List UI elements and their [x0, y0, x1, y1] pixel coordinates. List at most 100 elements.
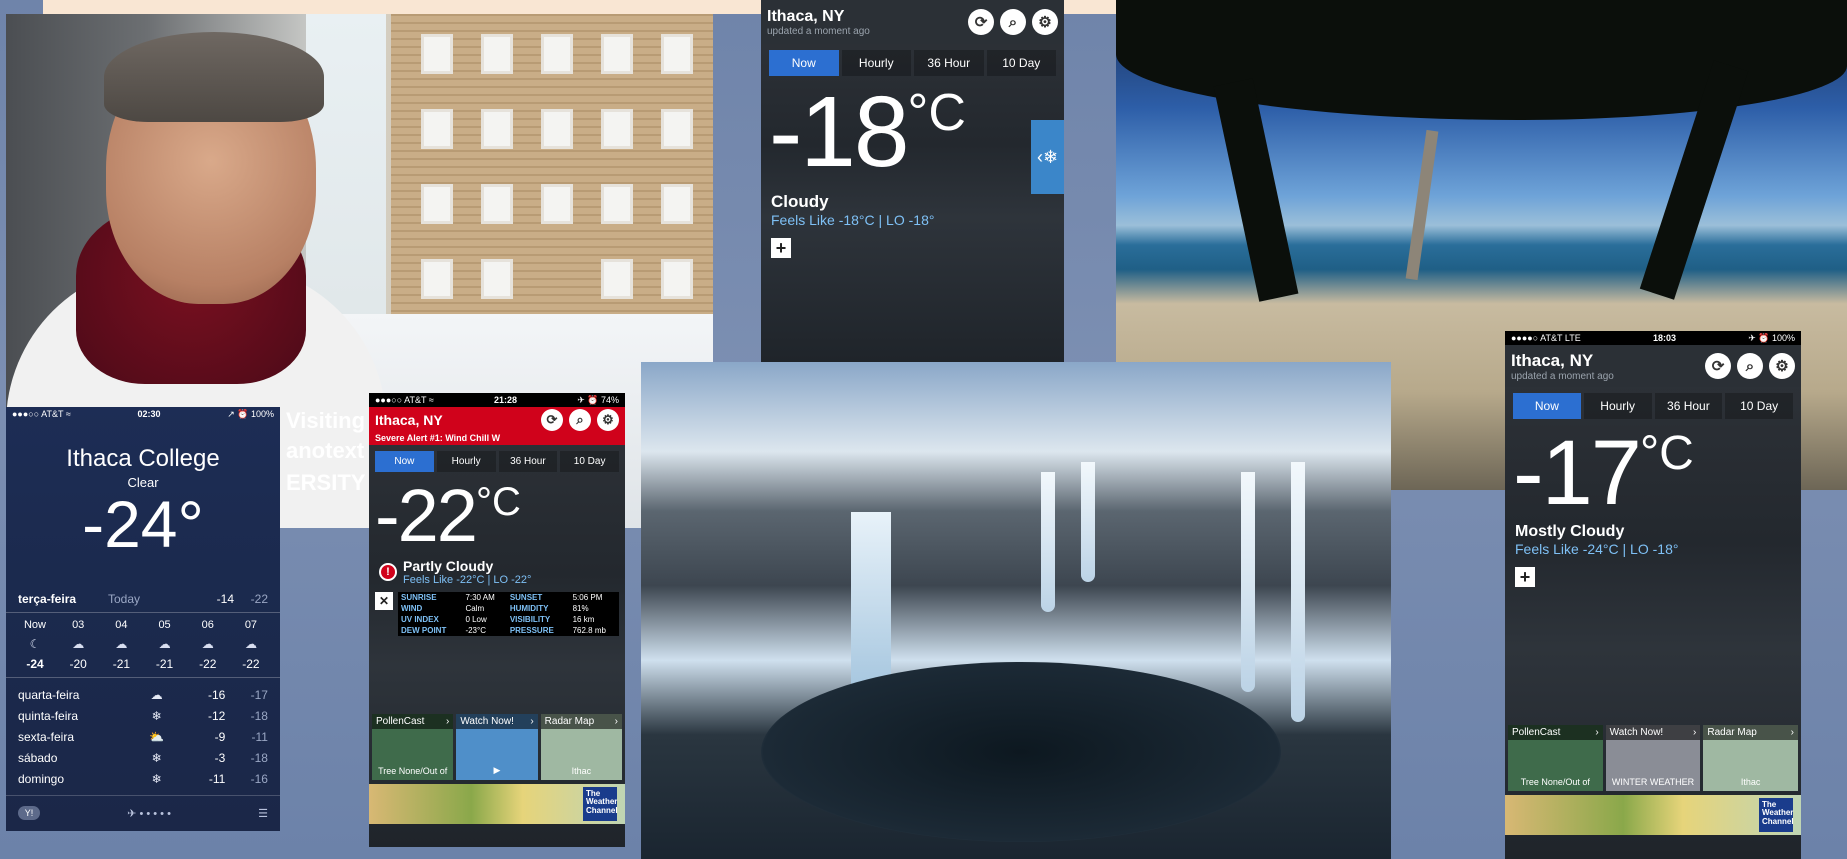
- close-icon[interactable]: ✕: [375, 592, 393, 610]
- tab-10-day[interactable]: 10 Day: [560, 451, 619, 472]
- search-icon[interactable]: ⌕: [1000, 9, 1026, 35]
- play-icon[interactable]: ▶: [456, 765, 537, 776]
- tab-now[interactable]: Now: [1513, 393, 1581, 419]
- table-row: UV INDEX 0 Low VISIBILITY 16 km: [398, 614, 619, 625]
- day-name: sábado: [18, 750, 58, 765]
- current-temp: -17: [1513, 422, 1642, 524]
- refresh-icon[interactable]: ⟳: [968, 9, 994, 35]
- tab-hourly[interactable]: Hourly: [436, 451, 496, 472]
- app-header: Ithaca, NY updated a moment ago ⟳ ⌕ ⚙: [761, 0, 1064, 44]
- tile-subtitle: Ithac: [571, 766, 592, 776]
- refresh-icon[interactable]: ⟳: [1705, 353, 1731, 379]
- forecast-tabs: Now Hourly 36 Hour 10 Day: [1505, 387, 1801, 425]
- hour-temp: -21: [155, 657, 174, 671]
- city-name: Ithaca, NY: [767, 7, 845, 25]
- tab-36-hour[interactable]: 36 Hour: [1654, 393, 1723, 419]
- status-bar: ●●●○○ AT&T ≈ 02:30 ↗ ⏰ 100%: [6, 407, 280, 421]
- page-dots[interactable]: ✈ • • • • •: [127, 807, 171, 820]
- updated-label: updated a moment ago: [767, 25, 870, 37]
- cloud-icon: ☁: [244, 637, 257, 651]
- alert-icon[interactable]: !: [379, 563, 397, 581]
- pollencast-tile[interactable]: PollenCast › Tree None/Out of: [1508, 725, 1603, 791]
- hour-label: 03: [72, 619, 85, 631]
- temp-unit: °C: [1639, 427, 1694, 480]
- list-item: quinta-feira ❄ -12 -18: [18, 705, 268, 726]
- severe-alert-text[interactable]: Severe Alert #1: Wind Chill W: [369, 433, 625, 445]
- snowflake-icon: ❄: [151, 708, 162, 723]
- ad-banner[interactable]: The Weather Channel: [1505, 795, 1801, 835]
- day-lo: -18: [250, 750, 268, 765]
- hour-label: 06: [201, 619, 214, 631]
- detail-value: 0 Low: [465, 615, 487, 624]
- detail-value: -23°C: [465, 626, 486, 635]
- detail-key: SUNRISE: [401, 593, 437, 602]
- detail-key: UV INDEX: [401, 615, 439, 624]
- hour-temp: -22: [199, 657, 217, 671]
- radar-map-tile[interactable]: Radar Map › Ithac: [1703, 725, 1799, 791]
- twc-phone-alert: ●●●○○ AT&T ≈ 21:28 ✈ ⏰ 74% Ithaca, NY ⟳ …: [369, 393, 625, 847]
- plus-icon[interactable]: +: [1515, 567, 1535, 587]
- day-name: domingo: [18, 771, 65, 786]
- tab-10-day[interactable]: 10 Day: [1725, 393, 1793, 419]
- list-item: quarta-feira ☁ -16 -17: [18, 684, 268, 705]
- search-icon[interactable]: ⌕: [1737, 353, 1763, 379]
- tab-36-hour[interactable]: 36 Hour: [914, 50, 984, 76]
- radar-map-tile[interactable]: Radar Map › Ithac: [540, 714, 622, 780]
- conditions-table: SUNRISE 7:30 AM SUNSET 5:06 PM WIND Calm…: [398, 592, 619, 636]
- search-icon[interactable]: ⌕: [569, 409, 591, 431]
- cloud-icon: ☁: [72, 637, 85, 651]
- daily-forecast: quarta-feira ☁ -16 -17 quinta-feira ❄ -1…: [6, 678, 280, 789]
- ad-banner[interactable]: The Weather Channel: [369, 784, 625, 824]
- refresh-icon[interactable]: ⟳: [541, 409, 563, 431]
- detail-value: 762.8 mb: [572, 626, 606, 635]
- tab-hourly[interactable]: Hourly: [841, 50, 911, 76]
- feels-like: Feels Like -18°C | LO -18°: [771, 212, 935, 228]
- cloud-icon: ☁: [150, 687, 163, 702]
- frozen-waterfall-gorge-photo: [641, 362, 1391, 859]
- frozen-pool: [761, 662, 1281, 842]
- day-hi: -11: [208, 771, 226, 786]
- watch-now-tile[interactable]: Watch Now! › WINTER WEATHER: [1605, 725, 1701, 791]
- tile-subtitle: WINTER WEATHER: [1611, 777, 1695, 787]
- gear-icon[interactable]: ⚙: [597, 409, 619, 431]
- gear-icon[interactable]: ⚙: [1769, 353, 1795, 379]
- day-lo: -18: [250, 708, 268, 723]
- cloud-icon: ☁: [158, 637, 171, 651]
- twc-phone-right: ●●●●○ AT&T LTE 18:03 ✈ ⏰ 100% Ithaca, NY…: [1505, 331, 1801, 859]
- plus-icon[interactable]: +: [771, 238, 791, 258]
- list-icon[interactable]: ☰: [258, 807, 268, 820]
- watch-now-tile[interactable]: Watch Now! › ▶: [456, 714, 538, 780]
- hour-label: 04: [115, 619, 128, 631]
- day-name: quarta-feira: [18, 687, 80, 702]
- gear-icon[interactable]: ⚙: [1032, 9, 1058, 35]
- status-bar: ●●●○○ AT&T ≈ 21:28 ✈ ⏰ 74%: [369, 393, 625, 407]
- tab-hourly[interactable]: Hourly: [1583, 393, 1652, 419]
- snowflake-side-tab[interactable]: ‹❄: [1031, 120, 1064, 194]
- tab-10-day[interactable]: 10 Day: [986, 50, 1056, 76]
- day-hi: -16: [207, 687, 226, 702]
- detail-value: 5:06 PM: [572, 593, 603, 602]
- tab-now[interactable]: Now: [769, 50, 839, 76]
- detail-key: PRESSURE: [509, 626, 554, 635]
- day-name: sexta-feira: [18, 729, 75, 744]
- tile-title: PollenCast: [376, 716, 425, 727]
- hair: [104, 32, 324, 122]
- yahoo-icon[interactable]: Y!: [18, 806, 40, 820]
- detail-key: HUMIDITY: [509, 604, 549, 613]
- tab-now[interactable]: Now: [375, 451, 434, 472]
- tile-title: Radar Map: [1707, 727, 1757, 738]
- tab-36-hour[interactable]: 36 Hour: [498, 451, 558, 472]
- list-item: sexta-feira ⛅ -9 -11: [18, 726, 268, 747]
- day-name: quinta-feira: [18, 708, 79, 723]
- detail-value: 7:30 AM: [465, 593, 495, 602]
- hour-temp: -24: [26, 657, 44, 671]
- current-temp: -18: [769, 76, 910, 188]
- pollencast-tile[interactable]: PollenCast › Tree None/Out of: [372, 714, 454, 780]
- alert-header[interactable]: Ithaca, NY ⟳ ⌕ ⚙ Severe Alert #1: Wind C…: [369, 407, 625, 445]
- overlay-text-line-2: anotext: [286, 438, 365, 463]
- city-name: Ithaca, NY: [1511, 350, 1594, 370]
- hour-temp: -20: [69, 657, 87, 671]
- battery: ↗ ⏰ 100%: [227, 408, 274, 419]
- day-hi: -9: [214, 729, 226, 744]
- snowflake-icon: ❄: [151, 750, 162, 765]
